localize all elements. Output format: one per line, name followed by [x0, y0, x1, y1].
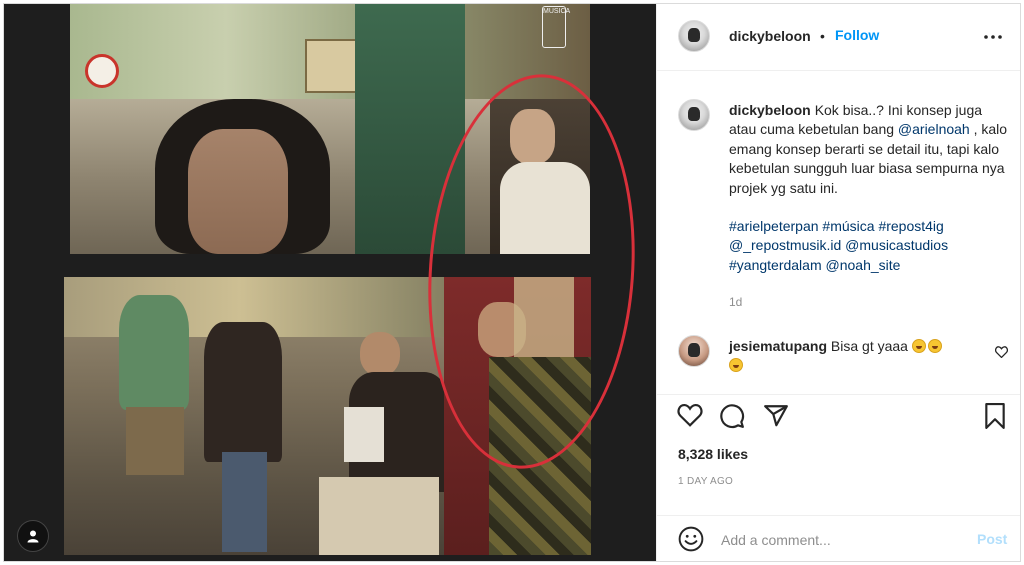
comments-section: dickybeloon Kok bisa..? Ini konsep juga a… — [657, 71, 1020, 394]
post-actions: 8,328 likes 1 DAY AGO — [657, 394, 1020, 515]
hashtag-link[interactable]: #repost4ig — [878, 218, 943, 234]
no-turn-sign — [85, 54, 119, 88]
post-media[interactable]: MUSICA — [4, 4, 656, 561]
post-header: dickybeloon • Follow — [657, 4, 1020, 71]
hashtag-link[interactable]: #yangterdalam — [729, 257, 822, 273]
heart-icon[interactable] — [677, 403, 705, 431]
commenter-username[interactable]: jesiematupang — [729, 338, 827, 354]
comment-body: Bisa gt yaaa — [830, 338, 908, 354]
user-icon[interactable] — [17, 520, 49, 552]
water-box — [344, 407, 384, 462]
mention-link[interactable]: @arielnoah — [898, 121, 970, 137]
mention-link[interactable]: @_repostmusik.id — [729, 237, 841, 253]
follow-button[interactable]: Follow — [835, 27, 879, 43]
walking-man-jacket — [204, 322, 282, 462]
smile-icon[interactable] — [678, 526, 704, 552]
more-horizontal-icon[interactable] — [982, 28, 1004, 46]
caption-text: dickybeloon Kok bisa..? Ini konsep juga a… — [729, 101, 1009, 275]
header-separator: • — [820, 28, 825, 44]
vendor-cart — [319, 477, 439, 555]
man-shorts — [126, 407, 184, 475]
share-icon[interactable] — [763, 403, 791, 431]
author-username[interactable]: dickybeloon — [729, 28, 811, 44]
caption-username[interactable]: dickybeloon — [729, 102, 811, 118]
post-comment-button[interactable]: Post — [977, 531, 1007, 547]
author-avatar[interactable] — [678, 20, 710, 52]
comment-like-heart-icon[interactable] — [994, 345, 1009, 359]
hashtag-link[interactable]: #música — [822, 218, 874, 234]
laughing-emoji-icon — [729, 358, 743, 373]
walking-man-jeans — [222, 452, 267, 552]
caption-avatar[interactable] — [678, 99, 710, 131]
post-date[interactable]: 1 DAY AGO — [678, 476, 733, 487]
mention-link[interactable]: @musicastudios — [845, 237, 948, 253]
comment-text: jesiematupang Bisa gt yaaa — [729, 337, 979, 376]
hashtags: #arielpeterpan #música #repost4ig @_repo… — [729, 217, 1009, 275]
laughing-emoji-icon — [911, 339, 926, 353]
side-panel: dickybeloon • Follow dickybeloon Kok bisa… — [656, 4, 1020, 561]
likes-count[interactable]: 8,328 likes — [678, 446, 748, 462]
post-modal: MUSICA dickybeloon • Follow dickybeloon … — [3, 3, 1021, 562]
bookmark-icon[interactable] — [983, 403, 1011, 431]
comment-input[interactable] — [719, 528, 953, 552]
mention-link[interactable]: @noah_site — [826, 257, 901, 273]
seated-man-face — [360, 332, 400, 376]
caption-timestamp[interactable]: 1d — [729, 295, 742, 309]
man-green-shirt — [119, 295, 189, 410]
add-comment-bar: Post — [657, 515, 1020, 561]
person-face — [188, 129, 288, 254]
comment-icon[interactable] — [719, 403, 747, 431]
commenter-avatar[interactable] — [678, 335, 710, 367]
musica-watermark: MUSICA — [542, 6, 570, 48]
hashtag-link[interactable]: #arielpeterpan — [729, 218, 819, 234]
laughing-emoji-icon — [927, 339, 942, 353]
